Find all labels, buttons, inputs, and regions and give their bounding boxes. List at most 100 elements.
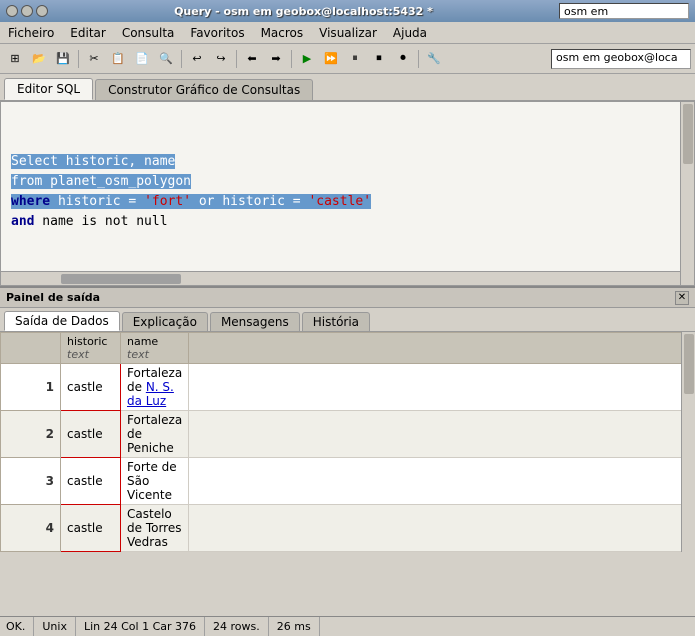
toolbar: ⊞ 📂 💾 ✂ 📋 📄 🔍 ↩ ↪ ⬅ ➡ ▶ ⏩ ⏸ ⏹ ⏺ 🔧 osm em… [0, 44, 695, 74]
name-link[interactable]: N. S. da Luz [127, 380, 174, 408]
table-scroll-thumb-v [684, 334, 694, 394]
toolbar-sep-3 [236, 50, 237, 68]
sql-content: Select historic, name from planet_osm_po… [1, 102, 694, 242]
window-controls[interactable] [6, 5, 48, 17]
table-row: 3castleForte de São Vicente [1, 458, 695, 505]
sql-where-line: where historic = 'fort' or historic = 'c… [11, 194, 371, 209]
close-btn[interactable] [6, 5, 18, 17]
toolbar-sep-5 [418, 50, 419, 68]
table-row: 1castleFortaleza de N. S. da Luz [1, 364, 695, 411]
toolbar-sep-4 [291, 50, 292, 68]
toolbar-btn-10[interactable]: ⬅ [241, 48, 263, 70]
sql-from-line: from planet_osm_polygon [11, 174, 191, 189]
window-title: Query - osm em geobox@localhost:5432 * [52, 5, 555, 18]
cell-historic: castle [61, 458, 121, 505]
output-close-button[interactable]: ✕ [675, 291, 689, 305]
run-button[interactable]: ▶ [296, 48, 318, 70]
toolbar-sep-1 [78, 50, 79, 68]
menu-macros[interactable]: Macros [253, 24, 312, 42]
tab-historia[interactable]: História [302, 312, 370, 331]
data-table: historic text name text 1castleFortaleza… [0, 332, 695, 552]
db-connection-label: osm em geobox@loca [559, 3, 689, 19]
col-header-historic: historic text [61, 333, 121, 364]
menu-consulta[interactable]: Consulta [114, 24, 183, 42]
cell-empty [189, 411, 695, 458]
status-rows: 24 rows. [205, 617, 269, 636]
sql-and-line: and name is not null [11, 214, 168, 229]
toolbar-btn-3[interactable]: 💾 [52, 48, 74, 70]
cell-historic: castle [61, 505, 121, 552]
row-number: 5 [1, 552, 61, 553]
cell-historic: castle [61, 411, 121, 458]
tab-mensagens[interactable]: Mensagens [210, 312, 300, 331]
status-encoding: Unix [34, 617, 76, 636]
cell-name: Fortaleza de N. S. da Luz [121, 364, 189, 411]
cell-name: Palácio Nacional de Belém [121, 552, 189, 553]
editor-scroll-thumb-v [683, 104, 693, 164]
menu-editar[interactable]: Editar [62, 24, 114, 42]
col-header-num [1, 333, 61, 364]
toolbar-db-connection: osm em geobox@loca [551, 49, 691, 69]
toolbar-btn-16[interactable]: ⏺ [392, 48, 414, 70]
output-header: Painel de saída ✕ [0, 288, 695, 308]
menu-ajuda[interactable]: Ajuda [385, 24, 435, 42]
toolbar-btn-6[interactable]: 📄 [131, 48, 153, 70]
editor-scroll-thumb-h [61, 274, 181, 284]
cell-empty [189, 458, 695, 505]
toolbar-btn-17[interactable]: 🔧 [423, 48, 445, 70]
table-row: 4castleCastelo de Torres Vedras [1, 505, 695, 552]
cell-name: Castelo de Torres Vedras [121, 505, 189, 552]
cell-name: Fortaleza de Peniche [121, 411, 189, 458]
table-row: 2castleFortaleza de Peniche [1, 411, 695, 458]
tab-editor-visual[interactable]: Construtor Gráfico de Consultas [95, 79, 313, 100]
status-ok: OK. [6, 617, 34, 636]
sql-editor[interactable]: Select historic, name from planet_osm_po… [0, 101, 695, 286]
tab-editor-sql[interactable]: Editor SQL [4, 78, 93, 100]
tab-saida-dados[interactable]: Saída de Dados [4, 311, 120, 331]
data-table-wrapper: historic text name text 1castleFortaleza… [0, 332, 695, 552]
row-number: 1 [1, 364, 61, 411]
status-position: Lin 24 Col 1 Car 376 [76, 617, 205, 636]
minimize-btn[interactable] [21, 5, 33, 17]
output-title: Painel de saída [6, 291, 100, 304]
toolbar-btn-15[interactable]: ⏹ [368, 48, 390, 70]
menu-visualizar[interactable]: Visualizar [311, 24, 385, 42]
row-number: 4 [1, 505, 61, 552]
toolbar-btn-2[interactable]: 📂 [28, 48, 50, 70]
cell-name: Forte de São Vicente [121, 458, 189, 505]
cell-empty [189, 552, 695, 553]
menu-favoritos[interactable]: Favoritos [182, 24, 252, 42]
menu-ficheiro[interactable]: Ficheiro [0, 24, 62, 42]
toolbar-btn-11[interactable]: ➡ [265, 48, 287, 70]
status-time: 26 ms [269, 617, 320, 636]
maximize-btn[interactable] [36, 5, 48, 17]
toolbar-sep-2 [181, 50, 182, 68]
toolbar-btn-13[interactable]: ⏩ [320, 48, 342, 70]
toolbar-btn-4[interactable]: ✂ [83, 48, 105, 70]
cell-empty [189, 364, 695, 411]
toolbar-btn-7[interactable]: 🔍 [155, 48, 177, 70]
row-number: 3 [1, 458, 61, 505]
col-header-name: name text [121, 333, 189, 364]
table-scrollbar-v[interactable] [681, 332, 695, 552]
toolbar-btn-5[interactable]: 📋 [107, 48, 129, 70]
sql-select-kw: Select historic, name [11, 154, 175, 169]
toolbar-btn-8[interactable]: ↩ [186, 48, 208, 70]
cell-historic: castle [61, 364, 121, 411]
toolbar-btn-9[interactable]: ↪ [210, 48, 232, 70]
toolbar-btn-14[interactable]: ⏸ [344, 48, 366, 70]
titlebar: Query - osm em geobox@localhost:5432 * o… [0, 0, 695, 22]
row-number: 2 [1, 411, 61, 458]
toolbar-btn-1[interactable]: ⊞ [4, 48, 26, 70]
statusbar: OK. Unix Lin 24 Col 1 Car 376 24 rows. 2… [0, 616, 695, 636]
main-layout: Editor SQL Construtor Gráfico de Consult… [0, 74, 695, 616]
tab-explicacao[interactable]: Explicação [122, 312, 208, 331]
editor-scrollbar-v[interactable] [680, 102, 694, 285]
menubar: Ficheiro Editar Consulta Favoritos Macro… [0, 22, 695, 44]
cell-empty [189, 505, 695, 552]
editor-scrollbar-h[interactable] [1, 271, 680, 285]
cell-historic: castle [61, 552, 121, 553]
output-tabs: Saída de Dados Explicação Mensagens Hist… [0, 308, 695, 332]
output-panel: Painel de saída ✕ Saída de Dados Explica… [0, 286, 695, 616]
col-header-extra [189, 333, 695, 364]
